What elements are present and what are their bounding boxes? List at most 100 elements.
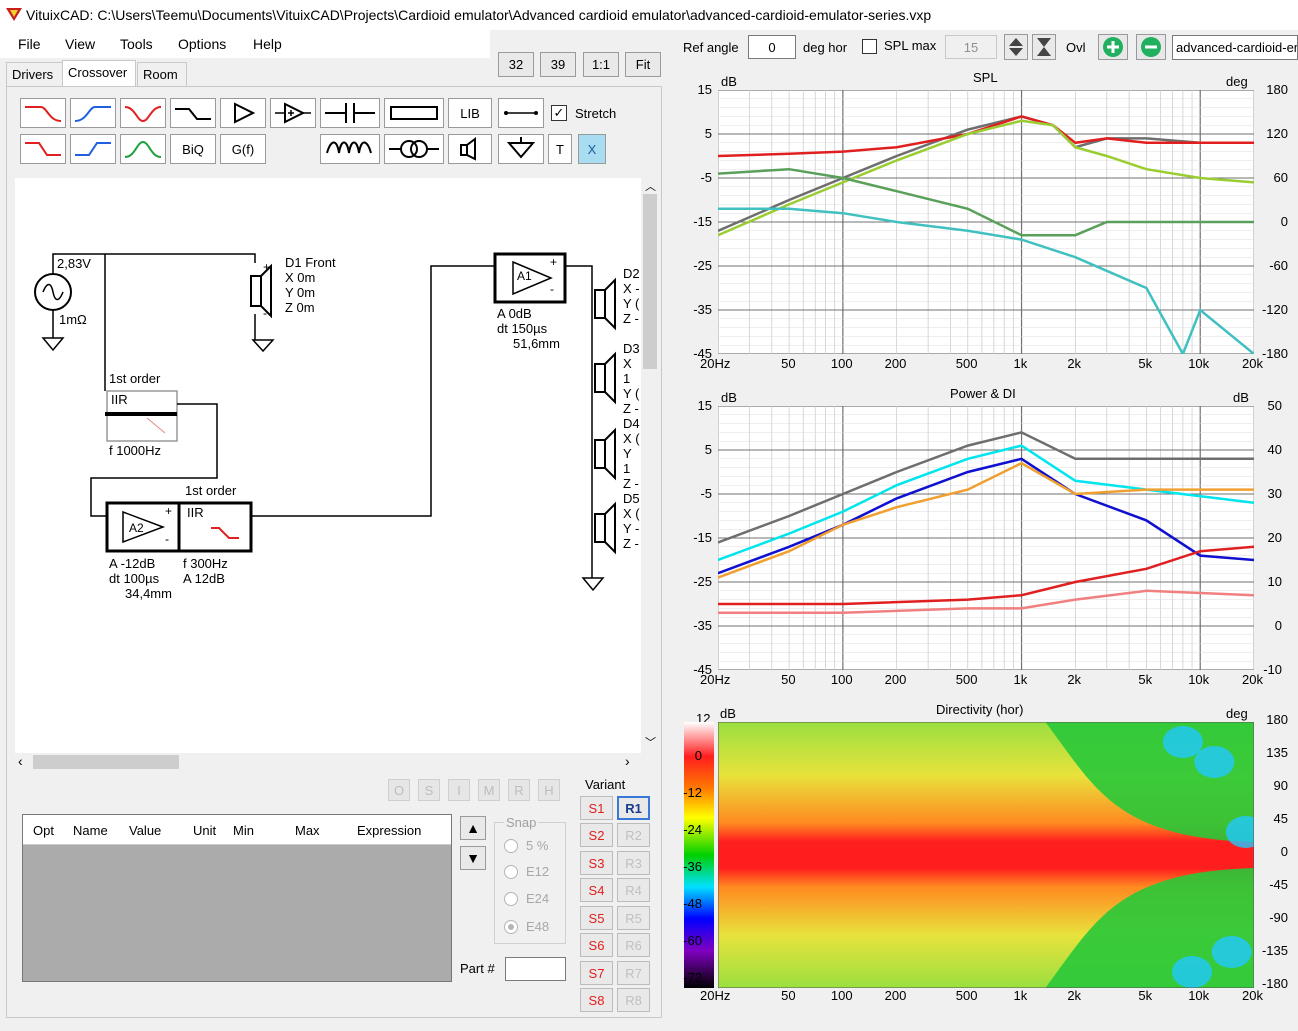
move-up-button[interactable]: ▲: [460, 816, 486, 840]
highpass-1st-button[interactable]: [70, 134, 116, 164]
overlay-file-select[interactable]: advanced-cardioid-emulator-series: [1172, 35, 1298, 60]
snap-radio-e48[interactable]: [504, 920, 518, 934]
schematic-canvas[interactable]: 2,83V 1mΩ + - D1 Front X 0m Y 0m Z 0m 1s…: [15, 178, 641, 753]
variant-s7-button[interactable]: S7: [580, 961, 613, 985]
col-min[interactable]: Min: [233, 823, 254, 838]
variant-s4-button[interactable]: S4: [580, 878, 613, 902]
snap-e12-label: E12: [526, 864, 550, 879]
text-button[interactable]: T: [548, 134, 572, 164]
highpass-2nd-button[interactable]: [70, 98, 116, 128]
resistor-button[interactable]: [384, 98, 444, 128]
spl-plot[interactable]: [718, 90, 1254, 354]
menu-options[interactable]: Options: [178, 36, 226, 52]
snap-radio-e12[interactable]: [504, 865, 518, 879]
variant-r2-button[interactable]: R2: [617, 823, 650, 847]
menu-view[interactable]: View: [65, 36, 95, 52]
deg-hor-label: deg hor: [803, 40, 848, 55]
transformer-button[interactable]: [384, 134, 444, 164]
stretch-checkbox[interactable]: ✓: [551, 105, 567, 121]
menu-file[interactable]: File: [18, 36, 41, 52]
spl-xtick-5: 1k: [1013, 356, 1028, 371]
canvas-horizontal-scrollbar[interactable]: ‹ ›: [15, 753, 641, 771]
scroll-right-icon[interactable]: ›: [625, 753, 630, 769]
opt-r-button[interactable]: R: [508, 779, 530, 801]
part-number-input[interactable]: [505, 957, 566, 981]
col-expression[interactable]: Expression: [357, 823, 421, 838]
opt-o-button[interactable]: O: [388, 779, 410, 801]
opt-s-button[interactable]: S: [418, 779, 440, 801]
variant-r1-button[interactable]: R1: [617, 796, 650, 820]
shelf-button[interactable]: [170, 98, 216, 128]
bandstop-button[interactable]: [120, 98, 166, 128]
ground-button[interactable]: [498, 134, 544, 164]
variant-s6-button[interactable]: S6: [580, 933, 613, 957]
col-max[interactable]: Max: [295, 823, 320, 838]
delete-button[interactable]: X: [578, 134, 606, 164]
lib-button[interactable]: LIB: [448, 98, 492, 128]
variant-r8-button[interactable]: R8: [617, 988, 650, 1012]
add-overlay-button[interactable]: [1098, 34, 1128, 60]
lowpass-2nd-button[interactable]: [20, 98, 66, 128]
spl-max-checkbox[interactable]: [862, 39, 877, 54]
inductor-button[interactable]: [320, 134, 380, 164]
scroll-up-icon[interactable]: ︿: [645, 178, 656, 194]
amplifier-button[interactable]: [220, 98, 266, 128]
tab-crossover[interactable]: Crossover: [62, 60, 136, 86]
variant-r3-button[interactable]: R3: [617, 851, 650, 875]
triangle-up-icon: ▲: [466, 820, 480, 836]
remove-overlay-button[interactable]: [1136, 34, 1166, 60]
snap-radio-e24[interactable]: [504, 892, 518, 906]
lowpass-1st-button[interactable]: [20, 134, 66, 164]
variant-r6-button[interactable]: R6: [617, 933, 650, 957]
variant-r4-button[interactable]: R4: [617, 878, 650, 902]
wire-button[interactable]: [498, 98, 544, 128]
buffer-button[interactable]: [270, 98, 316, 128]
opt-m-button[interactable]: M: [478, 779, 500, 801]
variant-s5-button[interactable]: S5: [580, 906, 613, 930]
variant-r7-button[interactable]: R7: [617, 961, 650, 985]
variant-s1-button[interactable]: S1: [580, 796, 613, 820]
zoom-32-button[interactable]: 32: [498, 52, 534, 77]
opt-h-button[interactable]: H: [538, 779, 560, 801]
scroll-left-icon[interactable]: ‹: [18, 753, 23, 769]
power-di-plot[interactable]: [718, 406, 1254, 670]
col-name[interactable]: Name: [73, 823, 108, 838]
opt-i-button[interactable]: I: [448, 779, 470, 801]
a1-delay: dt 150µs: [497, 321, 548, 336]
snap-label: Snap: [504, 815, 539, 830]
canvas-vertical-scrollbar[interactable]: ︿ ﹀: [641, 178, 659, 753]
tab-drivers[interactable]: Drivers: [6, 62, 63, 86]
col-unit[interactable]: Unit: [193, 823, 216, 838]
snap-radio-5pct[interactable]: [504, 839, 518, 853]
zoom-1-1-button[interactable]: 1:1: [583, 52, 619, 77]
variant-r5-button[interactable]: R5: [617, 906, 650, 930]
scroll-down-icon[interactable]: ﹀: [645, 734, 656, 750]
spl-title: SPL: [973, 70, 998, 85]
gf-button[interactable]: G(f): [220, 134, 266, 164]
tab-room[interactable]: Room: [137, 62, 187, 86]
collapse-range-button[interactable]: [1032, 34, 1056, 60]
capacitor-button[interactable]: [320, 98, 380, 128]
parameters-table[interactable]: Opt Name Value Unit Min Max Expression: [22, 814, 452, 982]
variant-s2-button[interactable]: S2: [580, 823, 613, 847]
a1-distance: 51,6mm: [513, 336, 560, 351]
variant-s3-button[interactable]: S3: [580, 851, 613, 875]
vertical-scroll-thumb[interactable]: [643, 194, 657, 369]
menu-tools[interactable]: Tools: [120, 36, 153, 52]
directivity-plot[interactable]: [718, 722, 1254, 988]
move-down-button[interactable]: ▼: [460, 846, 486, 870]
driver-button[interactable]: [448, 134, 492, 164]
spl-max-spin-button[interactable]: [1004, 34, 1028, 60]
zoom-39-button[interactable]: 39: [540, 52, 576, 77]
zoom-fit-button[interactable]: Fit: [625, 52, 661, 77]
variant-s8-button[interactable]: S8: [580, 988, 613, 1012]
col-value[interactable]: Value: [129, 823, 161, 838]
biquad-button[interactable]: BiQ: [170, 134, 216, 164]
menu-help[interactable]: Help: [253, 36, 282, 52]
spl-max-input[interactable]: [945, 35, 997, 59]
spl-xtick-4: 500: [955, 356, 978, 371]
horizontal-scroll-thumb[interactable]: [33, 755, 179, 769]
bandpass-button[interactable]: [120, 134, 166, 164]
col-opt[interactable]: Opt: [33, 823, 54, 838]
ref-angle-input[interactable]: [748, 35, 796, 59]
